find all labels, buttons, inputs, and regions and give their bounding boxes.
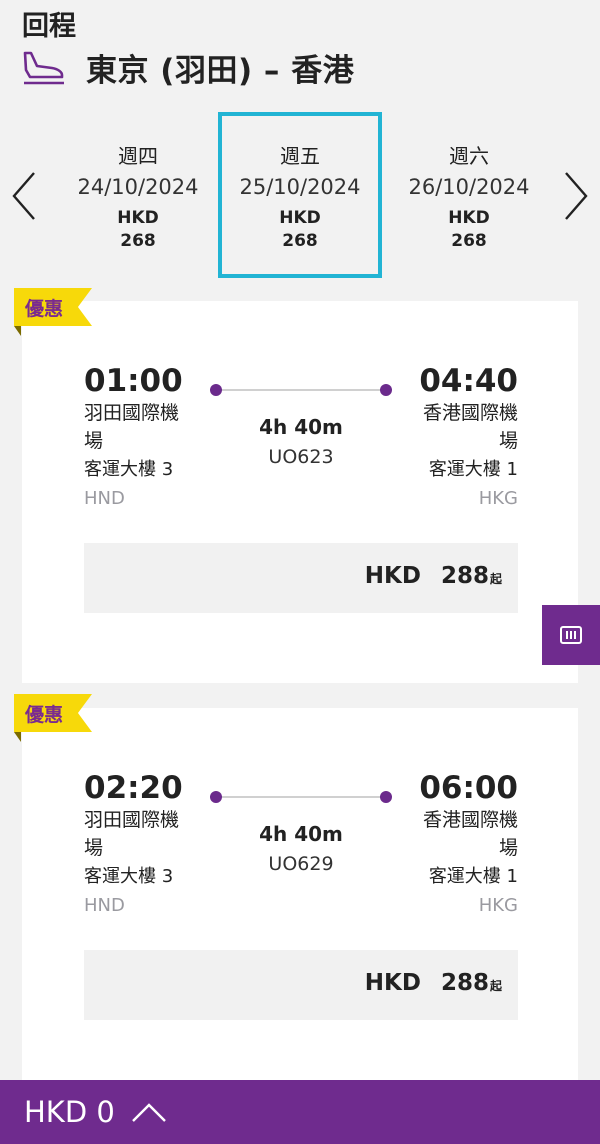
- arrival-terminal: 客運大樓 1: [428, 866, 518, 887]
- departure-info: 01:00 羽田國際機 場 客運大樓 3 HND: [84, 363, 214, 513]
- date-tab-thursday[interactable]: 週四 24/10/2024 HKD 268: [56, 112, 220, 278]
- departure-terminal: 客運大樓 3: [84, 459, 174, 480]
- total-price-bar[interactable]: HKD 0: [0, 1080, 600, 1144]
- departure-terminal: 客運大樓 3: [84, 866, 174, 887]
- arrival-airport: 香港國際機: [422, 809, 518, 831]
- plane-landing-icon: [22, 49, 66, 85]
- date-tab-friday-selected[interactable]: 週五 25/10/2024 HKD 268: [218, 112, 382, 278]
- date-tab-weekday: 週六: [449, 144, 489, 168]
- route-row: 東京 (羽田) – 香港: [22, 44, 354, 90]
- arrival-time: 04:40: [419, 363, 518, 399]
- date-tab-price: 268: [451, 231, 487, 251]
- flight-route-line: [210, 790, 392, 804]
- flight-number: UO629: [268, 853, 334, 875]
- arrival-time: 06:00: [419, 770, 518, 806]
- fare-value: 288: [440, 563, 489, 589]
- top-area: 回程 東京 (羽田) – 香港 週四 24/10/2024 HKD 268 週五…: [0, 0, 600, 285]
- fare-price-button[interactable]: HKD 288 起: [84, 950, 518, 1020]
- flight-card[interactable]: 02:20 羽田國際機 場 客運大樓 3 HND 4h 40m UO629 06…: [22, 708, 578, 1080]
- fare-price-button[interactable]: HKD 288 起: [84, 543, 518, 613]
- date-tab-price: 268: [120, 231, 156, 251]
- arrival-info: 04:40 香港國際機 場 客運大樓 1 HKG: [388, 363, 518, 513]
- departure-code: HND: [84, 488, 125, 509]
- fare-currency: HKD: [364, 563, 421, 589]
- flight-middle: 4h 40m UO629: [214, 822, 388, 875]
- flight-middle: 4h 40m UO623: [214, 415, 388, 468]
- date-tab-date: 25/10/2024: [239, 175, 361, 199]
- fare-from-suffix: 起: [489, 572, 502, 586]
- arrival-code: HKG: [478, 488, 518, 509]
- arrival-code: HKG: [478, 895, 518, 916]
- date-tab-date: 24/10/2024: [77, 175, 199, 199]
- side-panel-button[interactable]: [542, 605, 600, 665]
- departure-code: HND: [84, 895, 125, 916]
- total-price: HKD 0: [24, 1095, 115, 1129]
- date-tab-weekday: 週五: [280, 144, 320, 168]
- fare-amount: HKD 288 起: [365, 563, 502, 589]
- departure-time: 02:20: [84, 770, 183, 806]
- arrival-airport-cont: 場: [498, 430, 518, 452]
- departure-airport-cont: 場: [84, 837, 104, 859]
- section-title: 回程: [22, 11, 76, 42]
- promo-badge-label: 優惠: [25, 298, 64, 320]
- origin-dot: [210, 791, 222, 803]
- chevron-left-icon: [12, 172, 35, 220]
- list-toggle-icon: [560, 626, 582, 644]
- fare-from-suffix: 起: [489, 979, 502, 993]
- chevron-right-icon: [565, 172, 588, 220]
- departure-info: 02:20 羽田國際機 場 客運大樓 3 HND: [84, 770, 214, 920]
- date-tab-currency: HKD: [279, 208, 321, 228]
- chevron-up-icon: [131, 1101, 167, 1123]
- flight-info: 01:00 羽田國際機 場 客運大樓 3 HND 4h 40m UO623 04…: [84, 363, 518, 513]
- arrival-airport: 香港國際機: [422, 402, 518, 424]
- date-tab-currency: HKD: [117, 208, 159, 228]
- flight-duration: 4h 40m: [259, 415, 343, 439]
- arrival-info: 06:00 香港國際機 場 客運大樓 1 HKG: [388, 770, 518, 920]
- promo-badge: 優惠: [14, 694, 92, 742]
- flight-card[interactable]: 01:00 羽田國際機 場 客運大樓 3 HND 4h 40m UO623 04…: [22, 301, 578, 683]
- flight-duration: 4h 40m: [259, 822, 343, 846]
- arrival-terminal: 客運大樓 1: [428, 459, 518, 480]
- route-title: 東京 (羽田) – 香港: [86, 52, 355, 89]
- date-tab-weekday: 週四: [118, 144, 158, 168]
- previous-date-button[interactable]: [6, 168, 42, 224]
- departure-airport: 羽田國際機: [84, 809, 180, 831]
- origin-dot: [210, 384, 222, 396]
- promo-badge-label: 優惠: [25, 704, 64, 726]
- fare-currency: HKD: [364, 970, 421, 996]
- flight-route-line: [210, 383, 392, 397]
- departure-airport: 羽田國際機: [84, 402, 180, 424]
- fare-amount: HKD 288 起: [365, 970, 502, 996]
- date-tab-saturday[interactable]: 週六 26/10/2024 HKD 268: [387, 112, 551, 278]
- departure-airport-cont: 場: [84, 430, 104, 452]
- date-tab-currency: HKD: [448, 208, 490, 228]
- next-date-button[interactable]: [558, 168, 594, 224]
- flight-info: 02:20 羽田國際機 場 客運大樓 3 HND 4h 40m UO629 06…: [84, 770, 518, 920]
- arrival-airport-cont: 場: [498, 837, 518, 859]
- date-tab-price: 268: [282, 231, 318, 251]
- fare-value: 288: [440, 970, 489, 996]
- promo-badge: 優惠: [14, 288, 92, 336]
- departure-time: 01:00: [84, 363, 183, 399]
- flight-number: UO623: [268, 446, 334, 468]
- date-tab-date: 26/10/2024: [408, 175, 530, 199]
